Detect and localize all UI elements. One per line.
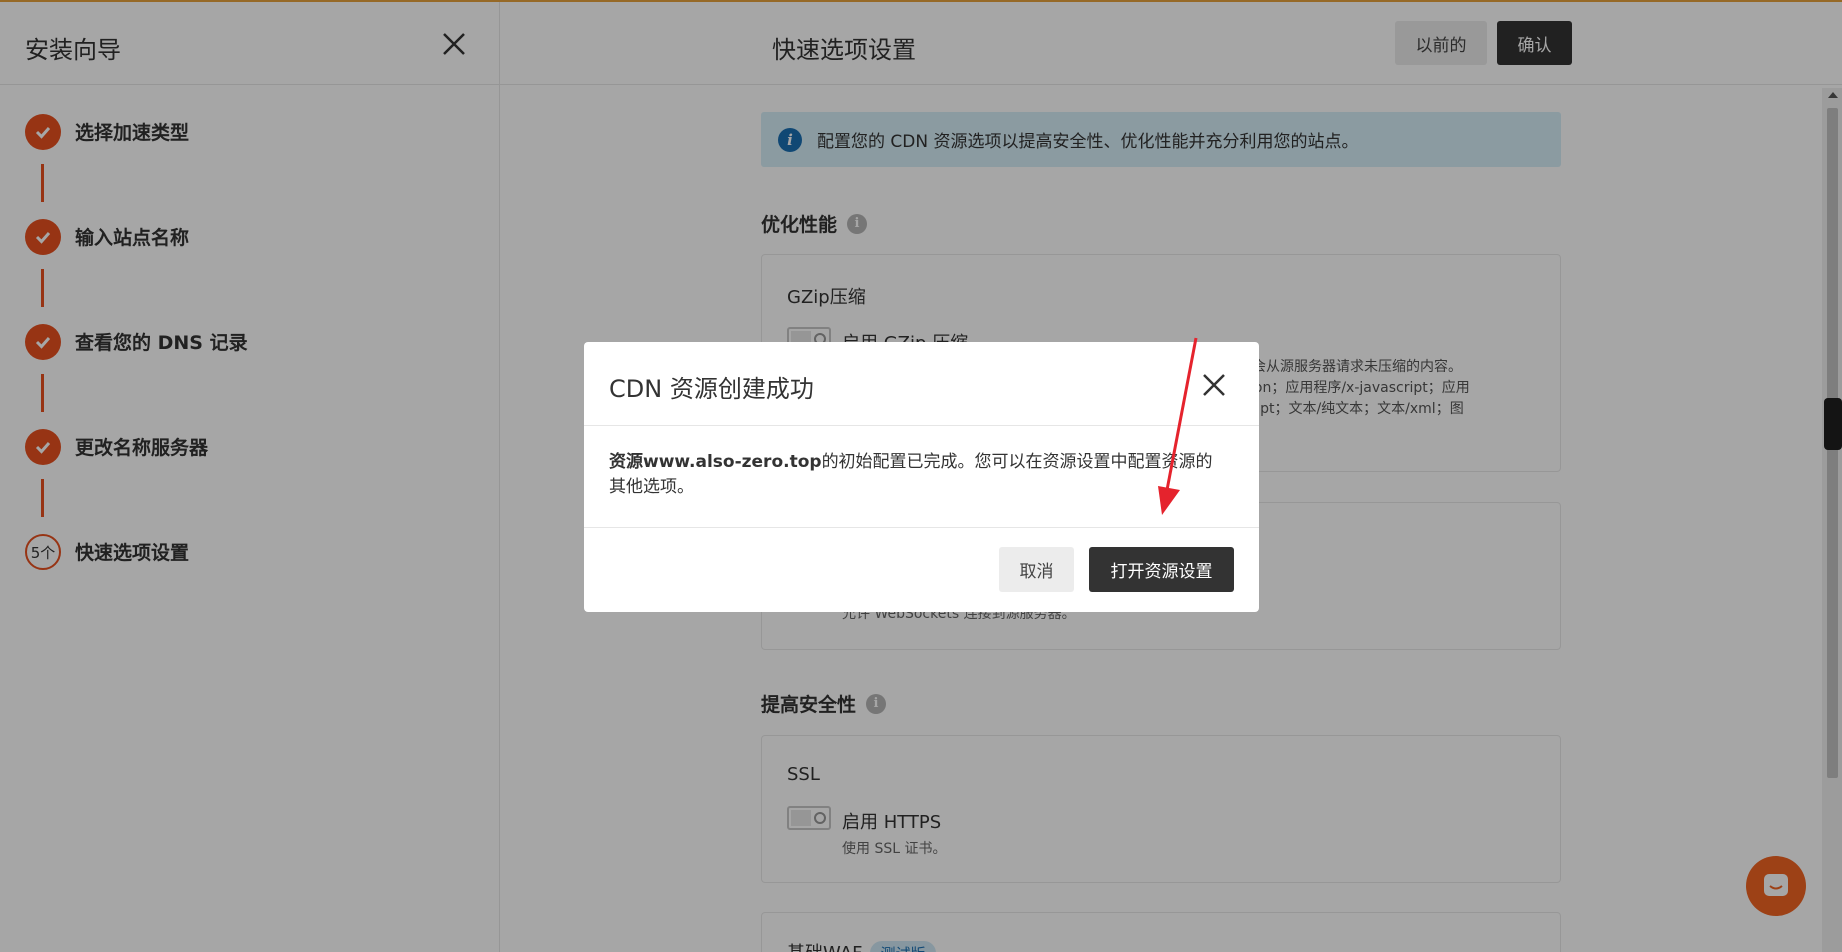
open-resource-settings-button[interactable]: 打开资源设置 xyxy=(1089,547,1234,592)
close-icon[interactable] xyxy=(1201,372,1227,398)
dialog-header: CDN 资源创建成功 xyxy=(584,342,1259,426)
dialog-divider xyxy=(584,527,1259,528)
dialog-title: CDN 资源创建成功 xyxy=(609,375,814,403)
dialog-message: 资源www.also-zero.top的初始配置已完成。您可以在资源设置中配置资… xyxy=(609,452,1213,497)
cancel-button[interactable]: 取消 xyxy=(999,547,1074,592)
success-dialog: CDN 资源创建成功 资源www.also-zero.top的初始配置已完成。您… xyxy=(584,342,1259,612)
